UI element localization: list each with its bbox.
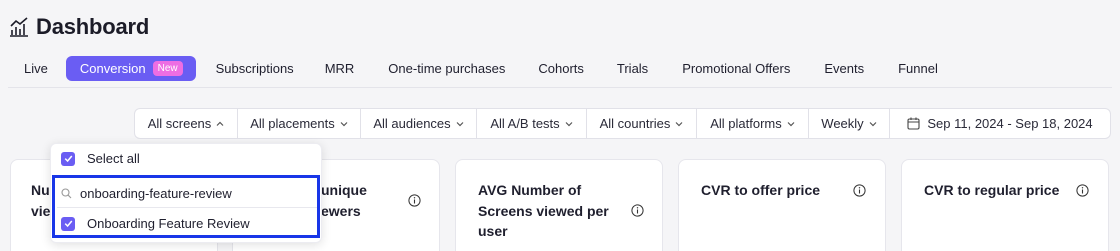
card-title-line: unique xyxy=(321,182,367,198)
filter-label: All screens xyxy=(147,116,212,131)
card-title-line: CVR to regular price xyxy=(924,182,1060,198)
search-icon xyxy=(61,188,72,199)
tab-promotional-offers[interactable]: Promotional Offers xyxy=(665,56,807,81)
tab-live[interactable]: Live xyxy=(10,56,62,81)
filter-label: All countries xyxy=(599,116,671,131)
tab-trials[interactable]: Trials xyxy=(600,56,665,81)
chevron-down-icon xyxy=(340,121,348,126)
tab-label: Events xyxy=(824,61,865,76)
filter-bar: All screens All placements All audiences… xyxy=(134,108,1111,139)
metric-card-cvr-offer: CVR to offer price xyxy=(678,159,886,251)
card-title-line: CVR to offer price xyxy=(701,182,821,198)
checkmark-icon xyxy=(64,155,72,163)
chevron-down-icon xyxy=(456,121,464,126)
ab-tests-filter[interactable]: All A/B tests xyxy=(477,109,587,138)
tab-bar: Live Conversion New Subscriptions MRR On… xyxy=(10,56,955,81)
tab-mrr[interactable]: MRR xyxy=(308,56,372,81)
option-label: Select all xyxy=(87,151,140,166)
tab-cohorts[interactable]: Cohorts xyxy=(522,56,600,81)
option-label: Onboarding Feature Review xyxy=(87,216,250,231)
filter-label: All A/B tests xyxy=(490,116,560,131)
card-title: AVG Number of Screens viewed per user xyxy=(478,180,609,242)
page-title: Dashboard xyxy=(36,14,150,39)
tab-label: Trials xyxy=(616,61,649,76)
chevron-down-icon xyxy=(787,121,795,126)
countries-filter[interactable]: All countries xyxy=(587,109,697,138)
tab-label: Live xyxy=(24,61,48,76)
select-all-option[interactable]: Select all xyxy=(61,151,140,166)
tab-label: One-time purchases xyxy=(388,61,506,76)
screen-option[interactable]: Onboarding Feature Review xyxy=(61,216,250,231)
card-title: CVR to regular price xyxy=(924,180,1059,201)
tab-label: Cohorts xyxy=(538,61,584,76)
card-title-line: ewers xyxy=(321,202,361,219)
screens-filter[interactable]: All screens xyxy=(135,109,238,138)
filter-label: All placements xyxy=(250,116,335,131)
checkmark-icon xyxy=(64,220,72,228)
chevron-up-icon xyxy=(216,121,224,126)
tab-label: MRR xyxy=(324,61,355,76)
tab-one-time-purchases[interactable]: One-time purchases xyxy=(371,56,522,81)
platforms-filter[interactable]: All platforms xyxy=(697,109,809,138)
page-header: Dashboard xyxy=(9,14,149,40)
info-icon[interactable] xyxy=(1076,184,1089,197)
tab-label: Conversion xyxy=(79,61,146,76)
audiences-filter[interactable]: All audiences xyxy=(361,109,477,138)
filter-label: All platforms xyxy=(710,116,782,131)
card-title-line: Screens viewed per xyxy=(478,202,609,219)
card-title: unique ewers xyxy=(321,180,367,221)
tab-conversion[interactable]: Conversion New xyxy=(65,56,196,81)
tab-events[interactable]: Events xyxy=(807,56,881,81)
card-title: CVR to offer price xyxy=(701,180,820,201)
card-title-line: AVG Number of xyxy=(478,182,582,198)
filter-label: All audiences xyxy=(373,116,451,131)
card-title: Nu vie xyxy=(31,180,50,221)
info-icon[interactable] xyxy=(853,184,866,197)
screen-search-input[interactable] xyxy=(80,186,300,201)
chevron-down-icon xyxy=(565,121,573,126)
tab-label: Funnel xyxy=(898,61,938,76)
screens-dropdown: Select all Onboarding Feature Review xyxy=(50,143,322,243)
date-range-picker[interactable]: Sep 11, 2024 - Sep 18, 2024 xyxy=(890,109,1110,138)
card-title-line: user xyxy=(478,223,508,239)
info-icon[interactable] xyxy=(408,194,421,207)
card-title-line: Nu xyxy=(31,182,50,198)
option-checkbox[interactable] xyxy=(61,216,75,231)
placements-filter[interactable]: All placements xyxy=(238,109,361,138)
tab-label: Subscriptions xyxy=(215,61,294,76)
chevron-down-icon xyxy=(675,121,683,126)
screen-search[interactable] xyxy=(57,180,317,208)
metric-card-avg-screens: AVG Number of Screens viewed per user xyxy=(455,159,663,251)
filter-label: Weekly xyxy=(821,116,864,131)
tabs-divider xyxy=(8,87,1112,88)
metric-card-cvr-regular: CVR to regular price xyxy=(901,159,1109,251)
select-all-checkbox[interactable] xyxy=(61,151,75,166)
chevron-down-icon xyxy=(869,121,877,126)
info-icon[interactable] xyxy=(631,204,644,217)
tab-subscriptions[interactable]: Subscriptions xyxy=(202,56,308,81)
date-range-label: Sep 11, 2024 - Sep 18, 2024 xyxy=(927,116,1093,131)
calendar-icon xyxy=(907,117,920,130)
tab-funnel[interactable]: Funnel xyxy=(881,56,955,81)
card-title-line: vie xyxy=(31,202,51,219)
period-filter[interactable]: Weekly xyxy=(809,109,890,138)
chart-line-icon xyxy=(10,17,28,37)
new-badge: New xyxy=(152,61,183,76)
tab-label: Promotional Offers xyxy=(682,61,791,76)
